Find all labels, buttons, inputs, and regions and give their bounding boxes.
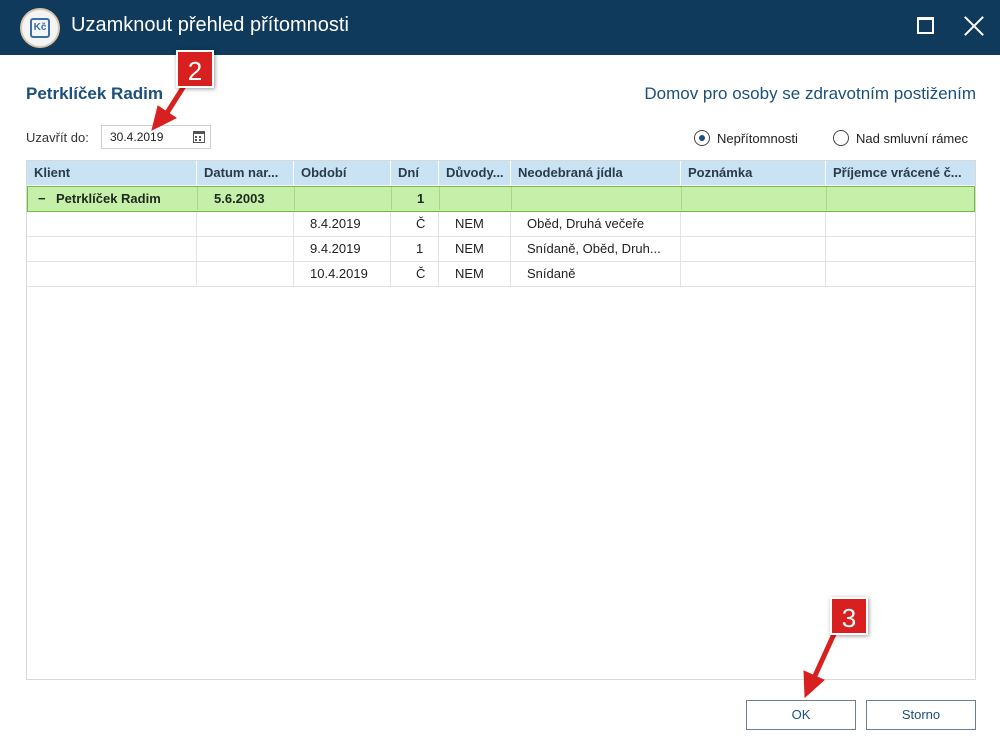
annotation-arrow-3: [803, 632, 837, 699]
annotation-arrow-2: [151, 84, 187, 131]
annotation-badge-2: 2: [176, 50, 214, 88]
annotation-arrows: [151, 84, 837, 699]
annotation-badge-3: 3: [830, 597, 868, 635]
